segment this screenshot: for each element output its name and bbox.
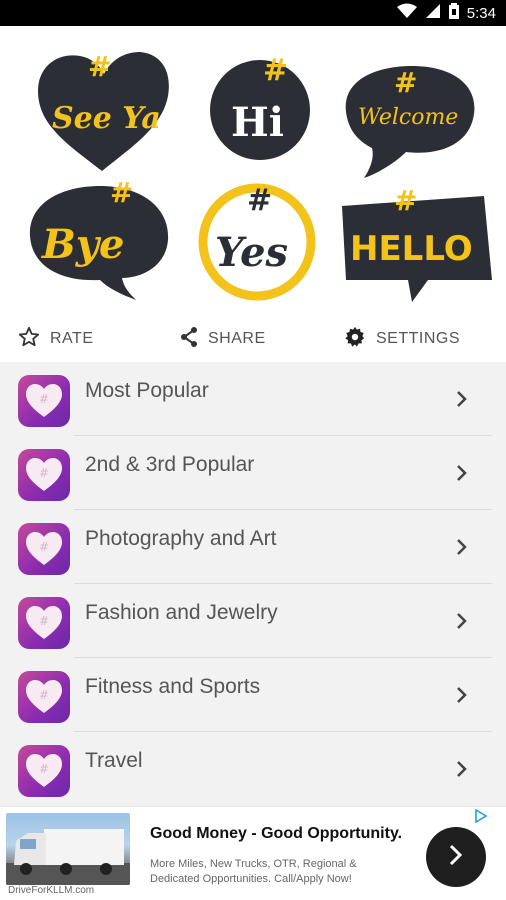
category-label: Photography and Art (85, 527, 277, 550)
rate-label: RATE (50, 330, 94, 347)
hash-mark: # (88, 50, 111, 83)
settings-button[interactable]: SETTINGS (344, 326, 460, 353)
chevron-right-icon (456, 612, 468, 635)
settings-label: SETTINGS (376, 330, 461, 347)
category-label: Most Popular (85, 379, 209, 402)
hash-mark: # (263, 53, 288, 88)
wifi-icon (396, 3, 417, 24)
ad-body: More Miles, New Trucks, OTR, Regional & … (150, 858, 357, 885)
signal-icon (425, 3, 441, 24)
chevron-right-icon (448, 843, 464, 872)
category-label: 2nd & 3rd Popular (85, 453, 255, 476)
svg-text:#: # (39, 466, 49, 480)
list-item[interactable]: # Fitness and Sports (0, 658, 506, 732)
svg-text:#: # (39, 762, 49, 776)
heart-app-icon: # (18, 523, 70, 575)
adchoices-icon[interactable] (474, 808, 488, 828)
status-bar: 5:34 (0, 0, 506, 26)
welcome-sticker: # Welcome (336, 52, 482, 182)
chevron-right-icon (456, 686, 468, 709)
rate-button[interactable]: RATE (18, 326, 93, 353)
ad-open-button[interactable] (426, 827, 486, 887)
ad-source: DriveForKLLM.com (8, 885, 95, 896)
list-item[interactable]: # Travel (0, 732, 506, 806)
share-label: SHARE (208, 330, 266, 347)
welcome-text: Welcome (358, 105, 458, 130)
action-bar: RATE SHARE SETTINGS (0, 316, 506, 362)
bye-sticker: # Bye (24, 166, 174, 306)
hi-text: Hi (231, 99, 284, 146)
chevron-right-icon (456, 464, 468, 487)
status-time: 5:34 (466, 4, 496, 22)
chevron-right-icon (456, 390, 468, 413)
svg-text:#: # (39, 392, 49, 406)
hello-sticker: # HELLO (336, 176, 496, 306)
bye-text: Bye (41, 221, 125, 268)
list-item[interactable]: # Photography and Art (0, 510, 506, 584)
heart-app-icon: # (18, 671, 70, 723)
hi-sticker: # Hi (205, 44, 315, 162)
heart-app-icon: # (18, 745, 70, 797)
list-item[interactable]: # 2nd & 3rd Popular (0, 436, 506, 510)
ad-banner[interactable]: DriveForKLLM.com Good Money - Good Oppor… (0, 806, 506, 900)
svg-text:#: # (39, 688, 49, 702)
list-item[interactable]: # Most Popular (0, 362, 506, 436)
hash-mark: # (394, 184, 417, 217)
share-icon (180, 326, 198, 352)
star-icon (18, 326, 40, 353)
heart-app-icon: # (18, 449, 70, 501)
svg-text:#: # (39, 540, 49, 554)
yes-sticker: # Yes (195, 176, 320, 301)
sticker-banner: # See Ya # Hi # Welcome # Bye # Yes # HE… (0, 26, 506, 316)
chevron-right-icon (456, 538, 468, 561)
hello-text: HELLO (350, 229, 473, 269)
category-label: Fashion and Jewelry (85, 601, 278, 624)
share-button[interactable]: SHARE (180, 326, 266, 352)
list-item[interactable]: # Fashion and Jewelry (0, 584, 506, 658)
truck-image (6, 813, 130, 885)
category-label: Fitness and Sports (85, 675, 261, 698)
hash-mark: # (394, 66, 417, 99)
category-list: # Most Popular # 2nd & 3rd Popular # Pho… (0, 362, 506, 806)
heart-app-icon: # (18, 375, 70, 427)
svg-text:#: # (39, 614, 49, 628)
category-label: Travel (85, 749, 143, 772)
battery-icon (448, 2, 459, 24)
hash-mark: # (247, 183, 272, 218)
hash-mark: # (110, 176, 133, 209)
see-ya-text: See Ya (52, 101, 161, 136)
see-ya-sticker: # See Ya (30, 46, 175, 176)
heart-app-icon: # (18, 597, 70, 649)
ad-headline[interactable]: Good Money - Good Opportunity. (150, 825, 402, 843)
yes-text: Yes (215, 229, 288, 276)
gear-icon (344, 326, 366, 353)
chevron-right-icon (456, 760, 468, 783)
